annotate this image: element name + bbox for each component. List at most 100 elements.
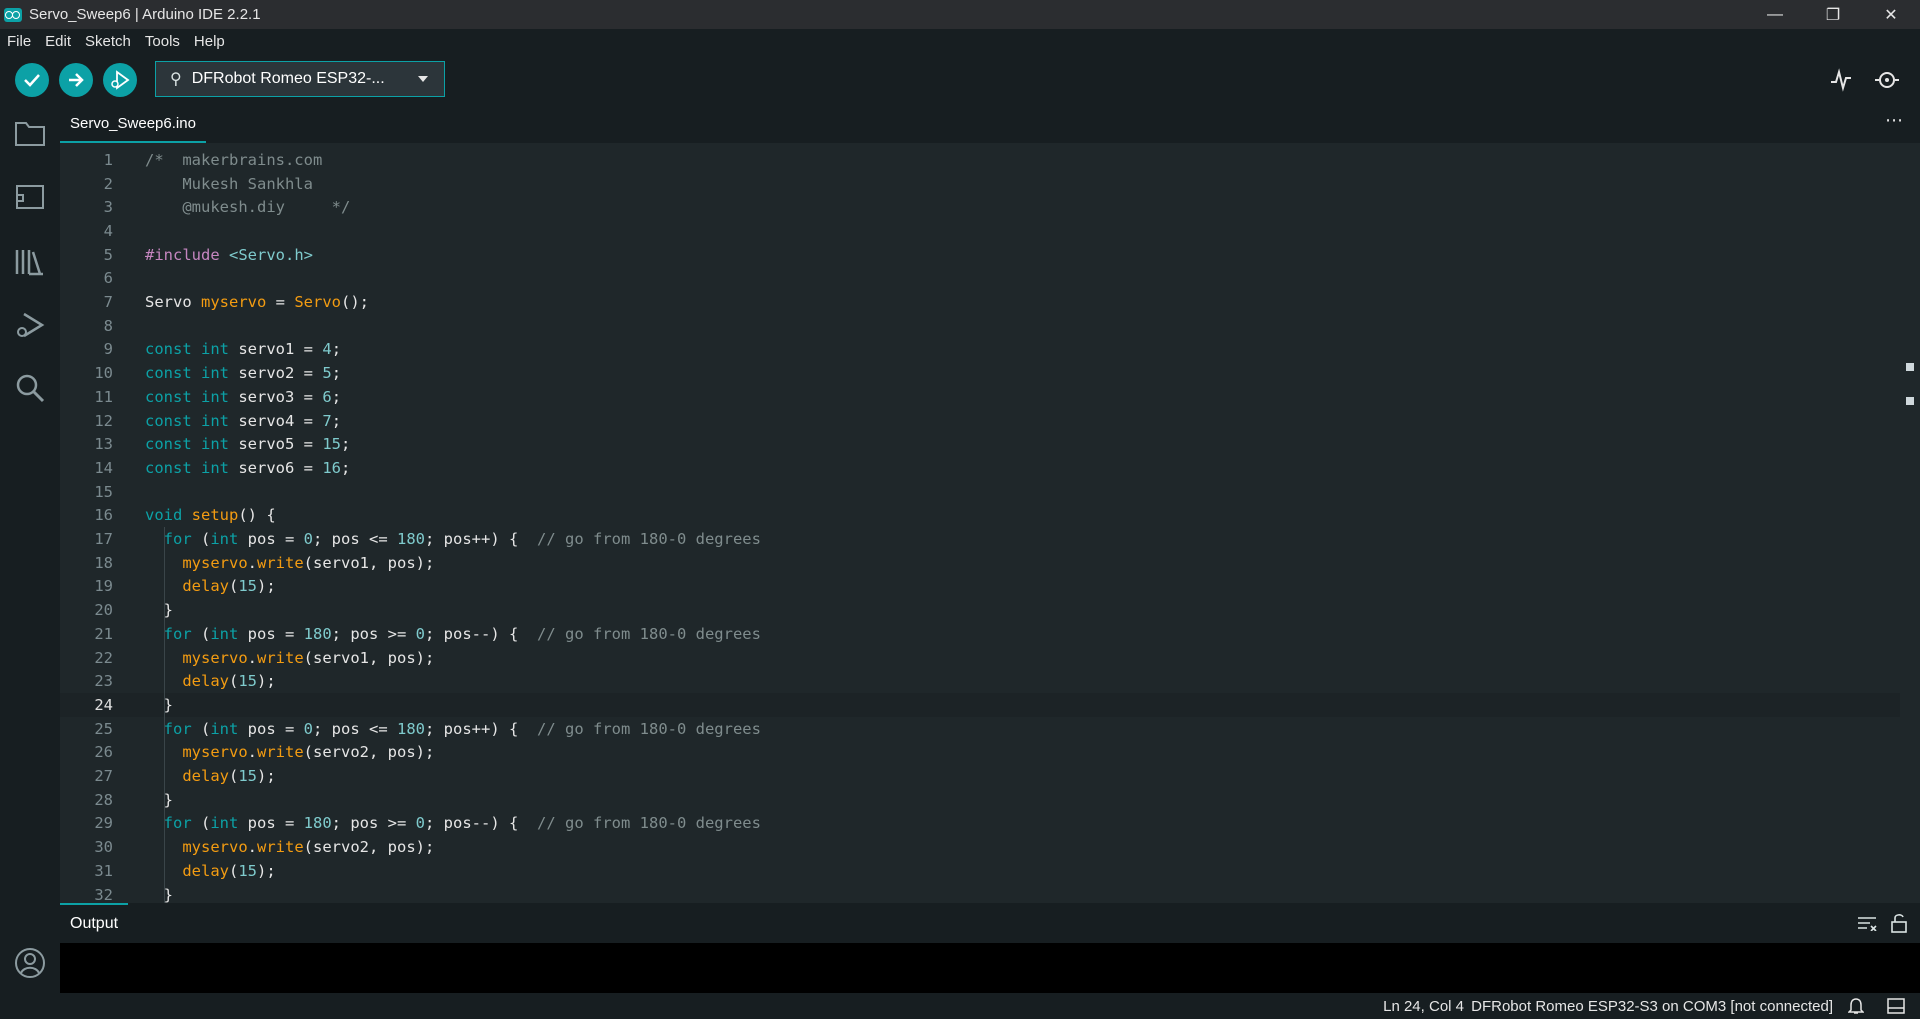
boards-manager-button[interactable] [12,179,48,215]
minimize-button[interactable]: — [1746,0,1804,29]
chevron-down-icon [418,76,428,82]
activity-bar [0,105,60,1019]
check-icon [24,74,40,87]
line-number: 31 [94,861,113,880]
code-text: } [145,885,173,903]
code-text: #include <Servo.h> [145,245,313,264]
code-line[interactable]: 7 Servo myservo = Servo(); [60,290,1900,314]
code-line[interactable]: 22 myservo.write(servo1, pos); [60,646,1900,670]
notifications-button[interactable] [1846,997,1866,1015]
menu-edit[interactable]: Edit [38,33,78,50]
code-line[interactable]: 31 delay(15); [60,859,1900,883]
scrollbar-marker [1906,397,1914,405]
restore-button[interactable]: ❐ [1804,0,1862,29]
output-console[interactable] [60,943,1920,993]
code-line[interactable]: 11 const int servo3 = 6; [60,385,1900,409]
code-text: @mukesh.diy */ [145,198,351,217]
code-text: void setup() { [145,506,276,525]
code-text: } [145,601,173,620]
line-number: 10 [94,364,113,383]
code-line[interactable]: 20 } [60,598,1900,622]
code-line[interactable]: 14 const int servo6 = 16; [60,456,1900,480]
serial-monitor-button[interactable] [1872,65,1902,95]
menu-file[interactable]: File [0,33,38,50]
title-bar: Servo_Sweep6 | Arduino IDE 2.2.1 — ❐ ✕ [0,0,1920,29]
code-line[interactable]: 5 #include <Servo.h> [60,243,1900,267]
code-line[interactable]: 23 delay(15); [60,669,1900,693]
code-line[interactable]: 29 for (int pos = 180; pos >= 0; pos--) … [60,812,1900,836]
verify-button[interactable] [15,63,49,97]
code-line[interactable]: 18 myservo.write(servo1, pos); [60,551,1900,575]
code-line[interactable]: 15 [60,480,1900,504]
line-number: 28 [94,790,113,809]
arrow-right-icon [69,73,84,87]
code-line[interactable]: 4 [60,219,1900,243]
code-line[interactable]: 26 myservo.write(servo2, pos); [60,741,1900,765]
code-line[interactable]: 1 /* makerbrains.com [60,148,1900,172]
cursor-position[interactable]: Ln 24, Col 4 [1383,998,1464,1015]
debug-panel-button[interactable] [12,307,48,343]
code-line[interactable]: 24 } [60,693,1900,717]
code-text: const int servo3 = 6; [145,387,342,406]
search-button[interactable] [12,370,48,406]
code-text: const int servo5 = 15; [145,435,351,454]
code-line[interactable]: 28 } [60,788,1900,812]
code-line[interactable]: 2 Mukesh Sankhla [60,172,1900,196]
scrollbar-marker [1906,363,1914,371]
toggle-panel-button[interactable] [1886,997,1906,1015]
line-number: 27 [94,767,113,786]
code-line[interactable]: 19 delay(15); [60,575,1900,599]
menu-tools[interactable]: Tools [138,33,187,50]
output-tab[interactable]: Output [60,903,129,943]
code-text: for (int pos = 0; pos <= 180; pos++) { /… [163,530,761,549]
line-number: 29 [94,814,113,833]
code-line[interactable]: 17 for (int pos = 0; pos <= 180; pos++) … [60,527,1900,551]
code-text: const int servo4 = 7; [145,411,342,430]
close-button[interactable]: ✕ [1862,0,1920,29]
board-selector[interactable]: ⚲ DFRobot Romeo ESP32-... [155,61,445,97]
code-line[interactable]: 9 const int servo1 = 4; [60,338,1900,362]
more-actions-button[interactable]: ⋯ [1882,111,1906,133]
account-button[interactable] [12,945,48,981]
menu-bar: File Edit Sketch Tools Help [0,29,1920,53]
indent-guide [163,527,165,903]
serial-plotter-button[interactable] [1826,65,1856,95]
code-line[interactable]: 12 const int servo4 = 7; [60,409,1900,433]
code-line[interactable]: 16 void setup() { [60,504,1900,528]
code-line[interactable]: 3 @mukesh.diy */ [60,195,1900,219]
debug-button[interactable] [103,63,137,97]
code-line[interactable]: 13 const int servo5 = 15; [60,432,1900,456]
line-number: 1 [103,150,113,169]
upload-button[interactable] [59,63,93,97]
code-line[interactable]: 32 } [60,883,1900,903]
line-number: 25 [94,719,113,738]
library-manager-button[interactable] [12,243,48,279]
status-board-info[interactable]: DFRobot Romeo ESP32-S3 on COM3 [not conn… [1471,998,1833,1015]
clear-output-button[interactable] [1856,913,1878,933]
tab-servo-sweep6[interactable]: Servo_Sweep6.ino [60,105,206,143]
plotter-icon [1831,68,1851,92]
line-number: 16 [94,506,113,525]
account-icon [15,948,45,978]
toggle-panel-icon [1887,998,1905,1014]
unlock-icon [1891,914,1907,933]
code-text: myservo.write(servo1, pos); [182,553,435,572]
line-number: 19 [94,577,113,596]
scroll-lock-button[interactable] [1888,913,1910,933]
menu-sketch[interactable]: Sketch [78,33,138,50]
line-number: 4 [103,221,113,240]
code-line[interactable]: 21 for (int pos = 180; pos >= 0; pos--) … [60,622,1900,646]
code-line[interactable]: 27 delay(15); [60,764,1900,788]
code-editor[interactable]: 1/* makerbrains.com 2 Mukesh Sankhla 3 @mu… [60,143,1920,903]
line-number: 13 [94,435,113,454]
code-line[interactable]: 30 myservo.write(servo2, pos); [60,835,1900,859]
code-line[interactable]: 10 const int servo2 = 5; [60,361,1900,385]
line-number: 30 [94,838,113,857]
sketchbook-button[interactable] [12,115,48,151]
code-line[interactable]: 6 [60,267,1900,291]
code-line[interactable]: 25 for (int pos = 0; pos <= 180; pos++) … [60,717,1900,741]
line-number: 15 [94,482,113,501]
menu-help[interactable]: Help [187,33,232,50]
code-line[interactable]: 8 [60,314,1900,338]
folder-icon [15,122,45,146]
